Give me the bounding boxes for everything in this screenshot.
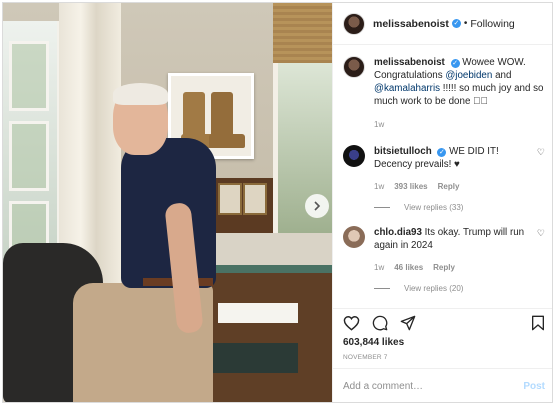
- comment-icon[interactable]: [372, 315, 388, 331]
- list-item: chlo.dia93 Its okay. Trump will run agai…: [343, 226, 545, 274]
- share-icon[interactable]: [400, 315, 416, 331]
- heart-icon[interactable]: ♡: [533, 228, 545, 274]
- comment-input[interactable]: [343, 381, 524, 392]
- mention-link[interactable]: @kamalaharris: [374, 83, 440, 94]
- photo-frame-1: [218, 183, 242, 215]
- view-replies-label: View replies (33): [404, 203, 464, 212]
- divider: [374, 288, 390, 289]
- list-item: bitsietulloch ✓ WE DID IT! Decency preva…: [343, 145, 545, 193]
- avatar[interactable]: [343, 226, 365, 248]
- post-button[interactable]: Post: [523, 381, 545, 392]
- comment-username[interactable]: chlo.dia93: [374, 227, 422, 238]
- caption: melissabenoist ✓ Wowee WOW. Congratulati…: [343, 56, 545, 131]
- verified-badge-icon: ✓: [437, 148, 447, 157]
- view-replies-button[interactable]: View replies (33): [374, 203, 545, 212]
- photo-window-left: [3, 21, 61, 271]
- header-username[interactable]: melissabenoist: [373, 18, 449, 30]
- photo-blind: [273, 3, 332, 65]
- photo-folder: [208, 343, 298, 373]
- heart-icon[interactable]: [343, 315, 360, 331]
- photo-frame-2: [243, 183, 267, 215]
- post-photo[interactable]: [3, 3, 332, 402]
- comment-time[interactable]: 1w: [374, 180, 384, 193]
- avatar[interactable]: [343, 145, 365, 167]
- photo-papers-1: [218, 303, 298, 323]
- comment-username[interactable]: bitsietulloch: [374, 146, 432, 157]
- comment-time[interactable]: 1w: [374, 261, 384, 274]
- following-button[interactable]: Following: [470, 18, 514, 30]
- avatar[interactable]: [343, 12, 365, 35]
- reply-button[interactable]: Reply: [433, 261, 455, 274]
- view-replies-label: View replies (20): [404, 284, 464, 293]
- likes-count[interactable]: 603,844 likes: [343, 337, 545, 348]
- caption-username[interactable]: melissabenoist: [374, 57, 445, 68]
- verified-badge-icon: ✓: [450, 59, 460, 68]
- chevron-right-icon[interactable]: [305, 194, 329, 218]
- avatar[interactable]: [343, 56, 365, 78]
- view-replies-button[interactable]: View replies (20): [374, 284, 545, 293]
- post-date: NOVEMBER 7: [343, 354, 388, 361]
- post-actions: 603,844 likes NOVEMBER 7: [333, 308, 552, 361]
- divider: [374, 207, 390, 208]
- post-header: melissabenoist ✓ • Following: [333, 3, 552, 45]
- comments-list[interactable]: melissabenoist ✓ Wowee WOW. Congratulati…: [333, 46, 552, 308]
- add-comment-bar: Post: [333, 368, 552, 402]
- caption-text-part: and: [492, 70, 512, 81]
- comment-likes[interactable]: 46 likes: [394, 261, 423, 274]
- reply-button[interactable]: Reply: [438, 180, 460, 193]
- photo-man-hair: [113, 83, 168, 105]
- post-dialog: melissabenoist ✓ • Following melissabeno…: [2, 2, 553, 403]
- verified-badge-icon: ✓: [451, 19, 461, 28]
- bookmark-icon[interactable]: [531, 315, 545, 331]
- header-separator: •: [463, 18, 468, 29]
- post-side-panel: melissabenoist ✓ • Following melissabeno…: [332, 3, 552, 402]
- mention-link[interactable]: @joebiden: [445, 70, 492, 81]
- caption-time[interactable]: 1w: [374, 118, 384, 131]
- heart-icon[interactable]: ♡: [533, 147, 545, 193]
- comment-likes[interactable]: 393 likes: [394, 180, 427, 193]
